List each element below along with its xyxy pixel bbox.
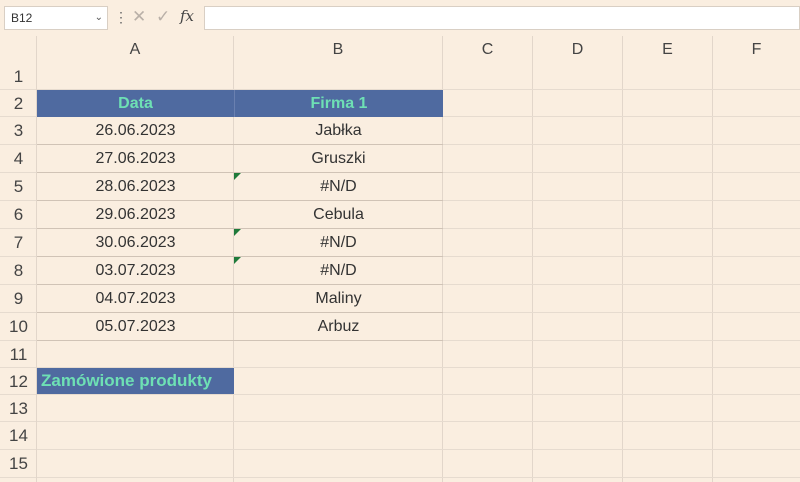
- column-header-a[interactable]: A: [37, 36, 234, 63]
- row-header-15[interactable]: 15: [0, 450, 37, 478]
- cell-a10[interactable]: 05.07.2023: [37, 313, 234, 341]
- error-indicator-icon: [234, 257, 241, 264]
- row-header-12[interactable]: 12: [0, 368, 37, 395]
- row-header-6[interactable]: 6: [0, 201, 37, 229]
- column-header-d[interactable]: D: [533, 36, 623, 63]
- row-header-9[interactable]: 9: [0, 285, 37, 313]
- table-row-border: [37, 340, 443, 341]
- confirm-icon[interactable]: ✓: [156, 7, 170, 27]
- chevron-down-icon[interactable]: ⌄: [95, 7, 103, 29]
- grid-line: [37, 394, 800, 395]
- row-header-10[interactable]: 10: [0, 313, 37, 341]
- column-header-f[interactable]: F: [713, 36, 800, 63]
- formula-bar: B12 ⌄ ⋮ ✕ ✓ fx: [0, 0, 800, 36]
- cell-a5[interactable]: 28.06.2023: [37, 173, 234, 201]
- cell-b5[interactable]: #N/D: [234, 173, 443, 201]
- cell-b9[interactable]: Maliny: [234, 285, 443, 313]
- formula-bar-grip-icon: ⋮: [114, 9, 128, 25]
- cell-a9[interactable]: 04.07.2023: [37, 285, 234, 313]
- row-header-2[interactable]: 2: [0, 90, 37, 117]
- error-indicator-icon: [234, 229, 241, 236]
- column-header-e[interactable]: E: [623, 36, 713, 63]
- grid-line: [532, 63, 533, 482]
- error-indicator-icon: [234, 173, 241, 180]
- row-header-5[interactable]: 5: [0, 173, 37, 201]
- row-header-4[interactable]: 4: [0, 145, 37, 173]
- cell-b6[interactable]: Cebula: [234, 201, 443, 229]
- cell-b7[interactable]: #N/D: [234, 229, 443, 257]
- grid-line: [712, 63, 713, 482]
- cell-a6[interactable]: 29.06.2023: [37, 201, 234, 229]
- formula-input[interactable]: [204, 6, 800, 30]
- row-header-14[interactable]: 14: [0, 422, 37, 450]
- cell-a7[interactable]: 30.06.2023: [37, 229, 234, 257]
- cell-a3[interactable]: 26.06.2023: [37, 117, 234, 145]
- cancel-icon[interactable]: ✕: [132, 7, 146, 27]
- cell-b3[interactable]: Jabłka: [234, 117, 443, 145]
- row-header-3[interactable]: 3: [0, 117, 37, 145]
- cell-b10[interactable]: Arbuz: [234, 313, 443, 341]
- row-header-7[interactable]: 7: [0, 229, 37, 257]
- name-box[interactable]: B12 ⌄: [4, 6, 108, 30]
- grid-line: [37, 449, 800, 450]
- row-header-11[interactable]: 11: [0, 341, 37, 368]
- select-all-corner[interactable]: [0, 36, 37, 63]
- cell-a12[interactable]: Zamówione produkty: [37, 368, 234, 394]
- cell-a8[interactable]: 03.07.2023: [37, 257, 234, 285]
- grid-line: [37, 477, 800, 478]
- grid-line: [37, 421, 800, 422]
- grid-line: [622, 63, 623, 482]
- row-header-1[interactable]: 1: [0, 63, 37, 90]
- row-header-8[interactable]: 8: [0, 257, 37, 285]
- cell-a4[interactable]: 27.06.2023: [37, 145, 234, 173]
- column-header-b[interactable]: B: [234, 36, 443, 63]
- cell-b8[interactable]: #N/D: [234, 257, 443, 285]
- row-header-13[interactable]: 13: [0, 395, 37, 422]
- name-box-value: B12: [11, 11, 33, 25]
- insert-function-icon[interactable]: fx: [180, 7, 194, 25]
- cell-b2[interactable]: Firma 1: [234, 90, 443, 117]
- cell-a2[interactable]: Data: [37, 90, 234, 117]
- cell-b4[interactable]: Gruszki: [234, 145, 443, 173]
- column-header-c[interactable]: C: [443, 36, 533, 63]
